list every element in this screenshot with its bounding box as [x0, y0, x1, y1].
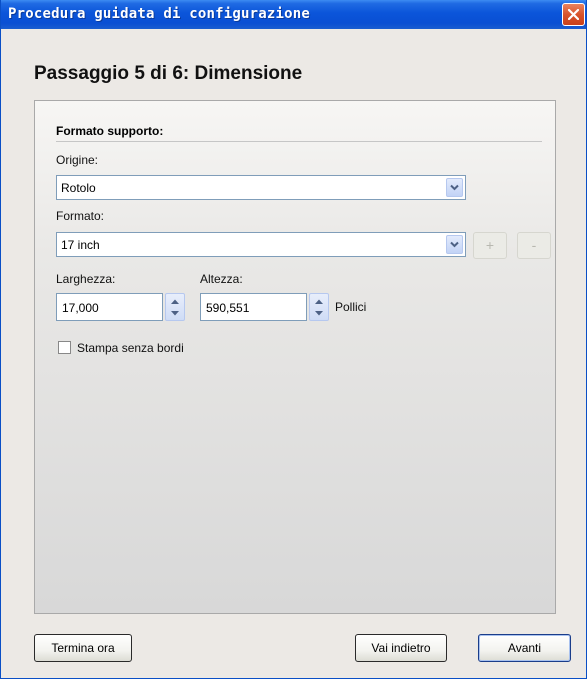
height-spinner[interactable] — [309, 293, 329, 321]
media-format-panel: Formato supporto: Origine: Rotolo Format… — [34, 100, 556, 614]
borderless-checkbox[interactable] — [58, 341, 71, 354]
origin-value: Rotolo — [61, 181, 96, 195]
setup-wizard-window: Procedura guidata di configurazione Pass… — [0, 0, 587, 679]
width-spinner[interactable] — [165, 293, 185, 321]
section-divider — [56, 141, 542, 142]
borderless-label[interactable]: Stampa senza bordi — [77, 341, 184, 355]
add-format-button[interactable]: + — [473, 232, 507, 259]
remove-format-button[interactable]: - — [517, 232, 551, 259]
height-input[interactable]: 590,551 — [200, 293, 307, 321]
arrow-down-icon[interactable] — [170, 310, 180, 317]
format-select[interactable]: 17 inch — [56, 232, 466, 257]
window-title: Procedura guidata di configurazione — [8, 6, 311, 22]
height-label: Altezza: — [200, 272, 243, 286]
chevron-down-icon — [450, 184, 459, 191]
format-dropdown-button[interactable] — [446, 235, 463, 254]
step-title: Passaggio 5 di 6: Dimensione — [34, 63, 303, 84]
origin-label: Origine: — [56, 153, 99, 167]
format-label: Formato: — [56, 209, 105, 223]
arrow-up-icon[interactable] — [170, 298, 180, 305]
close-icon — [568, 9, 579, 20]
arrow-down-icon[interactable] — [314, 310, 324, 317]
format-value: 17 inch — [61, 238, 100, 252]
width-value: 17,000 — [62, 301, 99, 315]
close-button[interactable] — [562, 3, 585, 26]
back-button[interactable]: Vai indietro — [355, 634, 447, 662]
width-input[interactable]: 17,000 — [56, 293, 163, 321]
unit-label: Pollici — [335, 300, 367, 314]
next-button[interactable]: Avanti — [478, 634, 571, 662]
arrow-up-icon[interactable] — [314, 298, 324, 305]
title-bar[interactable]: Procedura guidata di configurazione — [1, 0, 586, 29]
height-value: 590,551 — [206, 301, 250, 315]
chevron-down-icon — [450, 241, 459, 248]
finish-now-button[interactable]: Termina ora — [34, 634, 132, 662]
section-title: Formato supporto: — [56, 124, 164, 138]
width-label: Larghezza: — [56, 272, 116, 286]
origin-select[interactable]: Rotolo — [56, 175, 466, 200]
origin-dropdown-button[interactable] — [446, 178, 463, 197]
